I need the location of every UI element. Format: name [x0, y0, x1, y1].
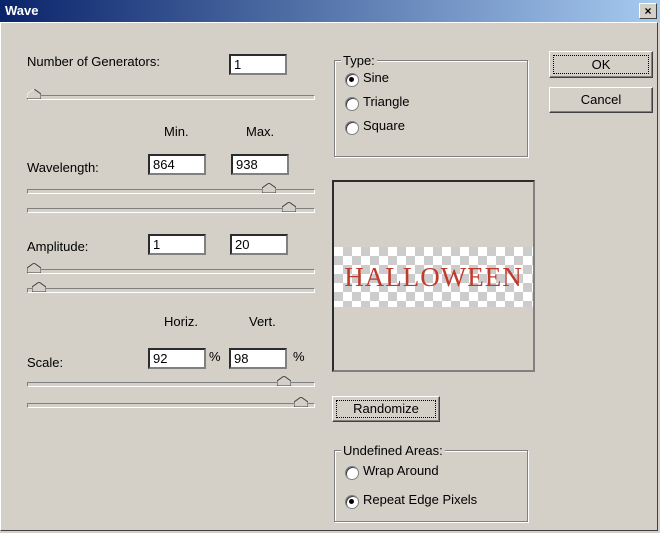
wavelength-max-slider-track[interactable]	[27, 208, 315, 213]
ok-button[interactable]: OK	[549, 51, 653, 78]
horiz-header: Horiz.	[164, 314, 198, 329]
wrap-around-radio[interactable]	[345, 466, 359, 480]
generators-label: Number of Generators:	[27, 54, 160, 69]
cancel-button[interactable]: Cancel	[549, 87, 653, 113]
undefined-areas-group: Undefined Areas: Wrap Around Repeat Edge…	[334, 443, 528, 522]
wavelength-label: Wavelength:	[27, 160, 99, 175]
amplitude-min-slider-thumb[interactable]	[27, 263, 41, 273]
amplitude-label: Amplitude:	[27, 239, 89, 254]
amplitude-max-input[interactable]: 20	[230, 234, 288, 255]
type-group-title: Type:	[341, 53, 377, 68]
generators-input[interactable]: 1	[229, 54, 287, 75]
scale-horiz-slider-track[interactable]	[27, 382, 315, 387]
amplitude-min-slider-track[interactable]	[27, 269, 315, 274]
type-square-radio[interactable]	[345, 121, 359, 135]
type-triangle-radio[interactable]	[345, 97, 359, 111]
close-button[interactable]: ×	[639, 3, 657, 19]
amplitude-max-slider-track[interactable]	[27, 288, 315, 293]
vert-header: Vert.	[249, 314, 276, 329]
wavelength-min-slider-thumb[interactable]	[262, 183, 276, 193]
scale-vert-slider-thumb[interactable]	[293, 397, 308, 407]
amplitude-max-slider-thumb[interactable]	[32, 282, 47, 292]
type-square-label[interactable]: Square	[363, 118, 405, 133]
dialog-body: Number of Generators: 1 Min. Max. Wavele…	[0, 22, 658, 531]
repeat-edge-pixels-radio[interactable]	[345, 495, 359, 509]
repeat-edge-pixels-label[interactable]: Repeat Edge Pixels	[363, 492, 477, 507]
window-title: Wave	[5, 3, 39, 18]
scale-vert-input[interactable]: 98	[229, 348, 287, 369]
wrap-around-label[interactable]: Wrap Around	[363, 463, 439, 478]
generators-slider-thumb[interactable]	[27, 89, 41, 99]
scale-horiz-slider-thumb[interactable]	[277, 376, 292, 386]
amplitude-min-input[interactable]: 1	[148, 234, 206, 255]
min-header: Min.	[164, 124, 189, 139]
title-bar: Wave ×	[0, 0, 660, 22]
type-sine-label[interactable]: Sine	[363, 70, 389, 85]
scale-horiz-input[interactable]: 92	[148, 348, 206, 369]
wavelength-min-input[interactable]: 864	[148, 154, 206, 175]
scale-vert-percent: %	[293, 349, 305, 364]
scale-vert-slider-track[interactable]	[27, 403, 315, 408]
preview-pane: HALLOWEEN	[332, 180, 535, 372]
undefined-areas-title: Undefined Areas:	[341, 443, 445, 458]
type-group: Type: Sine Triangle Square	[334, 53, 528, 157]
scale-label: Scale:	[27, 355, 64, 370]
randomize-button[interactable]: Randomize	[332, 396, 440, 422]
preview-text: HALLOWEEN	[344, 262, 523, 292]
type-sine-radio[interactable]	[345, 73, 359, 87]
generators-slider-track[interactable]	[27, 95, 315, 100]
wavelength-max-slider-thumb[interactable]	[282, 202, 297, 212]
wavelength-max-input[interactable]: 938	[231, 154, 289, 175]
max-header: Max.	[246, 124, 275, 139]
scale-horiz-percent: %	[209, 349, 221, 364]
generators-label-text: Number of Generators:	[27, 54, 160, 69]
type-triangle-label[interactable]: Triangle	[363, 94, 409, 109]
